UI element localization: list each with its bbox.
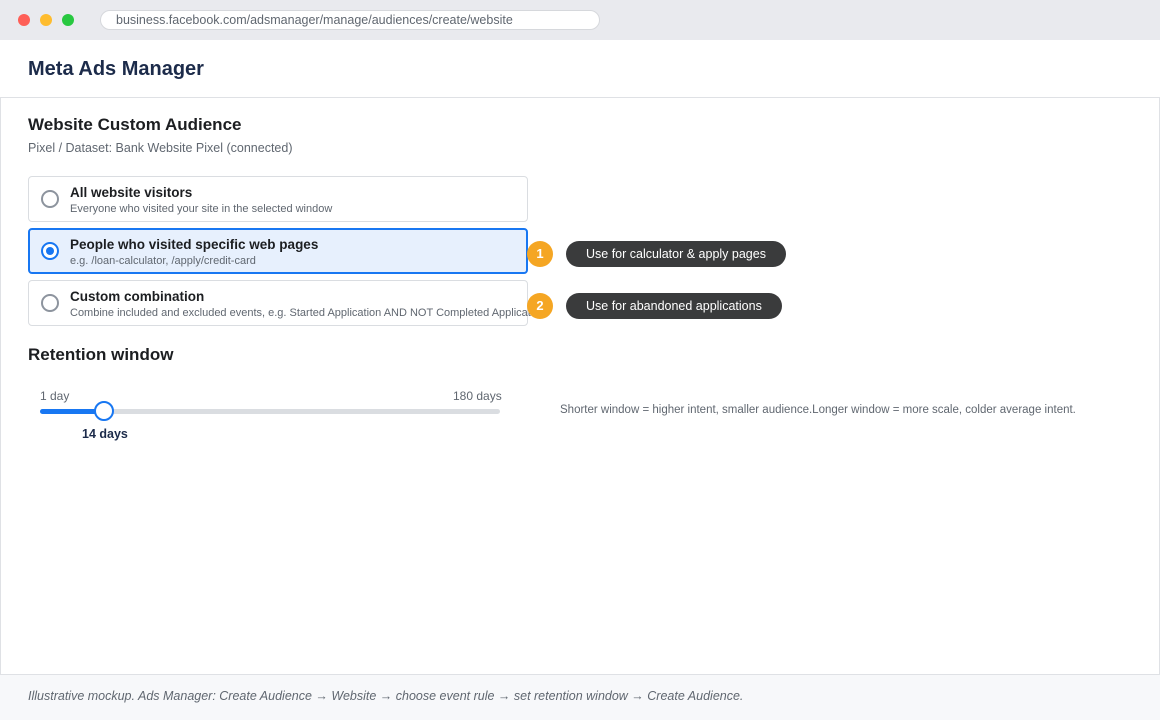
footer: Illustrative mockup. Ads Manager: Create…	[0, 675, 1160, 720]
radio-button[interactable]	[41, 190, 59, 208]
address-bar[interactable]: business.facebook.com/adsmanager/manage/…	[100, 10, 600, 30]
option-description: Everyone who visited your site in the se…	[70, 203, 333, 215]
retention-hint: Shorter window = higher intent, smaller …	[560, 404, 1076, 416]
minimize-window-button[interactable]	[40, 14, 52, 26]
slider-min-label: 1 day	[40, 389, 70, 403]
callout-note: Use for calculator & apply pages	[566, 241, 786, 267]
retention-slider-handle[interactable]	[94, 401, 114, 421]
app-title: Meta Ads Manager	[28, 58, 204, 80]
callout-note: Use for abandoned applications	[566, 293, 782, 319]
slider-max-label: 180 days	[453, 389, 502, 403]
callout-badge: 2	[527, 293, 553, 319]
option-title: All website visitors	[70, 185, 193, 200]
callout-badge: 1	[527, 241, 553, 267]
option-custom-combination[interactable]: Custom combination Combine included and …	[28, 280, 546, 326]
app-header: Meta Ads Manager	[0, 40, 1160, 98]
radio-button[interactable]	[41, 294, 59, 312]
footer-caption: Illustrative mockup. Ads Manager: Create…	[28, 689, 744, 703]
option-all-visitors[interactable]: All website visitors Everyone who visite…	[28, 176, 528, 222]
page-title: Website Custom Audience	[28, 115, 242, 134]
option-title: People who visited specific web pages	[70, 237, 319, 252]
option-description: Combine included and excluded events, e.…	[70, 307, 546, 319]
option-specific-pages[interactable]: People who visited specific web pages e.…	[28, 228, 528, 274]
retention-value: 14 days	[82, 427, 128, 441]
maximize-window-button[interactable]	[62, 14, 74, 26]
browser-chrome: business.facebook.com/adsmanager/manage/…	[0, 0, 1160, 40]
radio-button-selected[interactable]	[41, 242, 59, 260]
pixel-dataset-label: Pixel / Dataset: Bank Website Pixel (con…	[28, 141, 293, 155]
retention-title: Retention window	[28, 345, 174, 364]
option-description: e.g. /loan-calculator, /apply/credit-car…	[70, 255, 256, 267]
retention-slider-track[interactable]	[40, 401, 500, 421]
close-window-button[interactable]	[18, 14, 30, 26]
option-title: Custom combination	[70, 289, 205, 304]
